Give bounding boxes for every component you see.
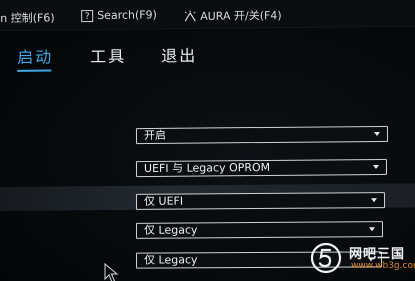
search-hotkey[interactable]: ? Search(F9) (81, 8, 157, 22)
setting-value-1: 开启 (143, 128, 167, 143)
setting-dropdown-2[interactable]: UEFI 与 Legacy OPROM (135, 158, 388, 178)
hotkey-bar: in 控制(F6) ? Search(F9) AURA 开/关(F4) (0, 0, 415, 31)
chevron-down-icon (372, 164, 380, 170)
mouse-cursor-icon (104, 263, 119, 281)
search-hotkey-label: Search(F9) (97, 8, 157, 22)
main-tabs: 启动 工具 退出 (0, 36, 415, 70)
watermark-logo-icon (310, 242, 342, 274)
setting-value-5: 仅 Legacy (143, 253, 198, 267)
watermark-url: www.wb3g.com (351, 261, 415, 271)
setting-value-2: UEFI 与 Legacy OPROM (143, 160, 271, 176)
tab-tool[interactable]: 工具 (90, 43, 126, 67)
setting-value-4: 仅 Legacy (143, 223, 198, 237)
setting-dropdown-4[interactable]: 仅 Legacy (135, 221, 384, 239)
chevron-down-icon (370, 198, 378, 203)
chevron-down-icon (373, 131, 381, 137)
setting-value-3: 仅 UEFI (143, 194, 184, 208)
control-hotkey[interactable]: in 控制(F6) (0, 9, 55, 26)
tab-boot[interactable]: 启动 (17, 44, 53, 68)
aura-hotkey[interactable]: AURA 开/关(F4) (183, 7, 282, 24)
setting-dropdown-3[interactable]: 仅 UEFI (135, 192, 386, 210)
site-watermark: 网吧三国 www.wb3g.com (307, 239, 415, 281)
tab-exit[interactable]: 退出 (161, 42, 197, 66)
aura-hotkey-label: AURA 开/关(F4) (200, 9, 282, 23)
help-icon: ? (81, 9, 94, 22)
setting-dropdown-1[interactable]: 开启 (135, 125, 389, 145)
bios-screen: in 控制(F6) ? Search(F9) AURA 开/关(F4) 启动 工… (0, 0, 415, 281)
watermark-name: 网吧三国 (349, 247, 406, 262)
aura-light-icon (184, 10, 196, 22)
chevron-down-icon (368, 227, 376, 232)
